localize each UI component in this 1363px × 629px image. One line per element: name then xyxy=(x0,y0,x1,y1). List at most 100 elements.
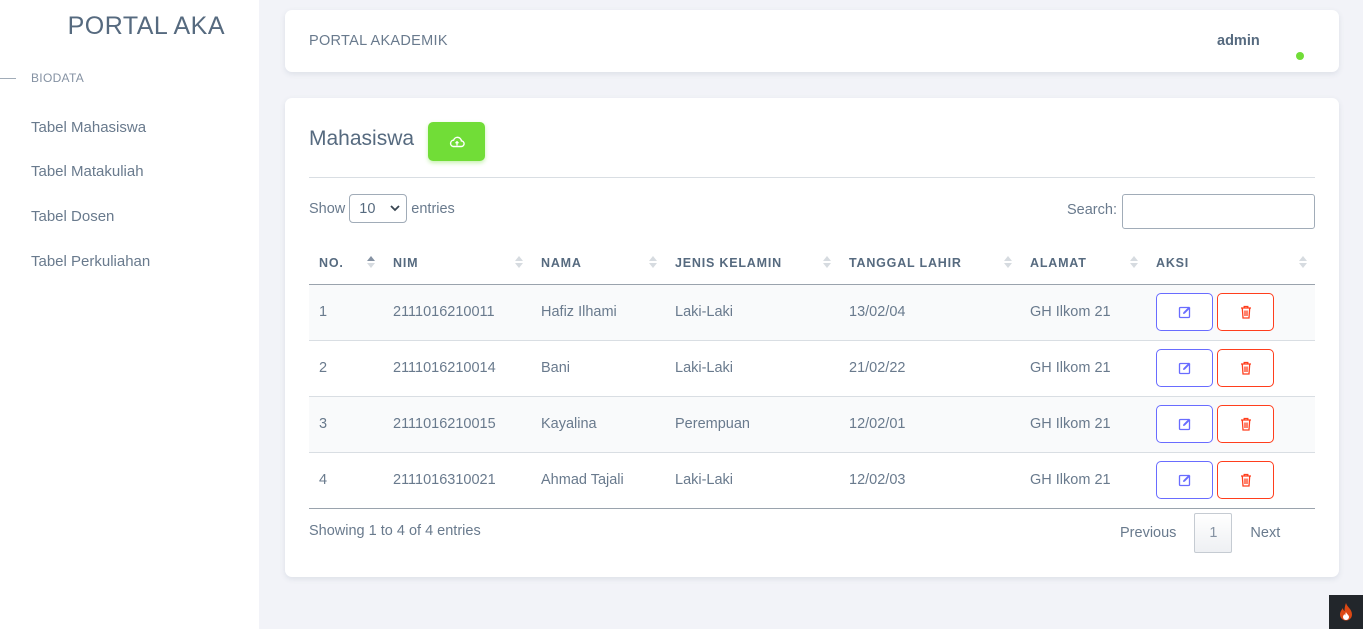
cell-no: 3 xyxy=(309,396,383,453)
table-row: 2 2111016210014 Bani Laki-Laki 21/02/22 … xyxy=(309,340,1315,397)
cell-nim: 2111016210011 xyxy=(383,284,531,341)
edit-button[interactable] xyxy=(1156,293,1213,331)
column-header-label: TANGGAL LAHIR xyxy=(849,255,962,270)
trash-icon xyxy=(1240,305,1251,319)
column-header-label: JENIS KELAMIN xyxy=(675,255,782,270)
cell-nama: Bani xyxy=(531,340,665,397)
delete-button[interactable] xyxy=(1217,293,1274,331)
sidebar-item-tabel-dosen[interactable]: Tabel Dosen xyxy=(31,208,114,225)
column-header-alamat[interactable]: ALAMAT xyxy=(1020,242,1146,285)
cell-jenis-kelamin: Laki-Laki xyxy=(665,284,839,341)
top-navbar: PORTAL AKADEMIK admin xyxy=(285,10,1339,72)
sort-icon xyxy=(515,256,523,268)
debug-toolbar-toggle[interactable] xyxy=(1329,595,1363,629)
sort-icon xyxy=(1130,256,1138,268)
column-header-nama[interactable]: NAMA xyxy=(531,242,665,285)
entries-length-control: Show 10 entries xyxy=(309,194,455,223)
show-label: Show xyxy=(309,200,346,217)
sort-icon xyxy=(649,256,657,268)
cloud-upload-icon xyxy=(449,136,465,147)
cell-nama: Kayalina xyxy=(531,396,665,453)
chevron-down-icon xyxy=(390,205,400,212)
entries-label: entries xyxy=(411,200,455,217)
column-header-label: AKSI xyxy=(1156,255,1190,270)
column-header-label: NAMA xyxy=(541,255,582,270)
cell-jenis-kelamin: Perempuan xyxy=(665,396,839,453)
delete-button[interactable] xyxy=(1217,461,1274,499)
page-title: Mahasiswa xyxy=(309,127,415,150)
edit-icon xyxy=(1178,474,1190,487)
entries-select[interactable]: 10 xyxy=(349,194,408,223)
column-header-aksi[interactable]: AKSI xyxy=(1146,242,1315,285)
delete-button[interactable] xyxy=(1217,405,1274,443)
search-label: Search: xyxy=(1067,202,1117,218)
table-row: 3 2111016210015 Kayalina Perempuan 12/02… xyxy=(309,396,1315,453)
trash-icon xyxy=(1240,417,1251,431)
section-divider xyxy=(0,77,16,79)
sidebar: PORTAL AKA BIODATA Tabel Mahasiswa Tabel… xyxy=(0,0,259,629)
cell-alamat: GH Ilkom 21 xyxy=(1020,452,1146,509)
cell-tanggal-lahir: 21/02/22 xyxy=(839,340,1020,397)
delete-button[interactable] xyxy=(1217,349,1274,387)
cell-nim: 2111016310021 xyxy=(383,452,531,509)
search-input[interactable] xyxy=(1122,194,1315,229)
cell-no: 2 xyxy=(309,340,383,397)
page-1-button[interactable]: 1 xyxy=(1194,513,1233,553)
entries-select-value: 10 xyxy=(359,200,376,217)
table-row: 1 2111016210011 Hafiz Ilhami Laki-Laki 1… xyxy=(309,284,1315,341)
cell-no: 1 xyxy=(309,284,383,341)
cell-jenis-kelamin: Laki-Laki xyxy=(665,340,839,397)
cell-nama: Ahmad Tajali xyxy=(531,452,665,509)
table-info: Showing 1 to 4 of 4 entries xyxy=(309,523,481,539)
edit-button[interactable] xyxy=(1156,461,1213,499)
column-header-jenis-kelamin[interactable]: JENIS KELAMIN xyxy=(665,242,839,285)
cell-nim: 2111016210014 xyxy=(383,340,531,397)
edit-button[interactable] xyxy=(1156,405,1213,443)
cell-alamat: GH Ilkom 21 xyxy=(1020,396,1146,453)
brand-title[interactable]: PORTAL AKA xyxy=(0,12,259,41)
cell-aksi xyxy=(1146,452,1315,509)
column-header-label: NIM xyxy=(393,255,419,270)
edit-icon xyxy=(1178,306,1190,319)
flame-icon xyxy=(1340,603,1352,621)
sort-icon xyxy=(367,256,375,268)
table-row: 4 2111016310021 Ahmad Tajali Laki-Laki 1… xyxy=(309,452,1315,509)
trash-icon xyxy=(1240,473,1251,487)
cell-nim: 2111016210015 xyxy=(383,396,531,453)
online-status-dot xyxy=(1296,52,1304,60)
previous-page-button[interactable]: Previous xyxy=(1120,525,1176,541)
column-header-no[interactable]: NO. xyxy=(309,242,383,285)
cell-tanggal-lahir: 12/02/01 xyxy=(839,396,1020,453)
cell-aksi xyxy=(1146,396,1315,453)
sort-icon xyxy=(823,256,831,268)
trash-icon xyxy=(1240,361,1251,375)
sidebar-item-tabel-matakuliah[interactable]: Tabel Matakuliah xyxy=(31,163,144,180)
column-header-tanggal-lahir[interactable]: TANGGAL LAHIR xyxy=(839,242,1020,285)
column-header-label: NO. xyxy=(319,255,344,270)
cell-no: 4 xyxy=(309,452,383,509)
upload-button[interactable] xyxy=(428,122,485,161)
section-label: BIODATA xyxy=(31,71,84,85)
sort-icon xyxy=(1299,256,1307,268)
sidebar-item-tabel-perkuliahan[interactable]: Tabel Perkuliahan xyxy=(31,253,150,270)
sidebar-item-tabel-mahasiswa[interactable]: Tabel Mahasiswa xyxy=(31,119,146,136)
column-header-nim[interactable]: NIM xyxy=(383,242,531,285)
pagination: Previous 1 Next xyxy=(1120,513,1280,553)
cell-alamat: GH Ilkom 21 xyxy=(1020,340,1146,397)
column-header-label: ALAMAT xyxy=(1030,255,1087,270)
cell-jenis-kelamin: Laki-Laki xyxy=(665,452,839,509)
cell-alamat: GH Ilkom 21 xyxy=(1020,284,1146,341)
cell-aksi xyxy=(1146,340,1315,397)
cell-nama: Hafiz Ilhami xyxy=(531,284,665,341)
edit-icon xyxy=(1178,362,1190,375)
cell-tanggal-lahir: 12/02/03 xyxy=(839,452,1020,509)
cell-aksi xyxy=(1146,284,1315,341)
next-page-button[interactable]: Next xyxy=(1250,525,1280,541)
sort-icon xyxy=(1004,256,1012,268)
header-divider xyxy=(309,177,1315,178)
edit-icon xyxy=(1178,418,1190,431)
edit-button[interactable] xyxy=(1156,349,1213,387)
app-title: PORTAL AKADEMIK xyxy=(309,33,448,49)
table-header-row: NO. NIM NAMA JENIS KELAMIN TANGGAL LAHIR… xyxy=(309,242,1315,285)
user-name[interactable]: admin xyxy=(1217,33,1260,49)
